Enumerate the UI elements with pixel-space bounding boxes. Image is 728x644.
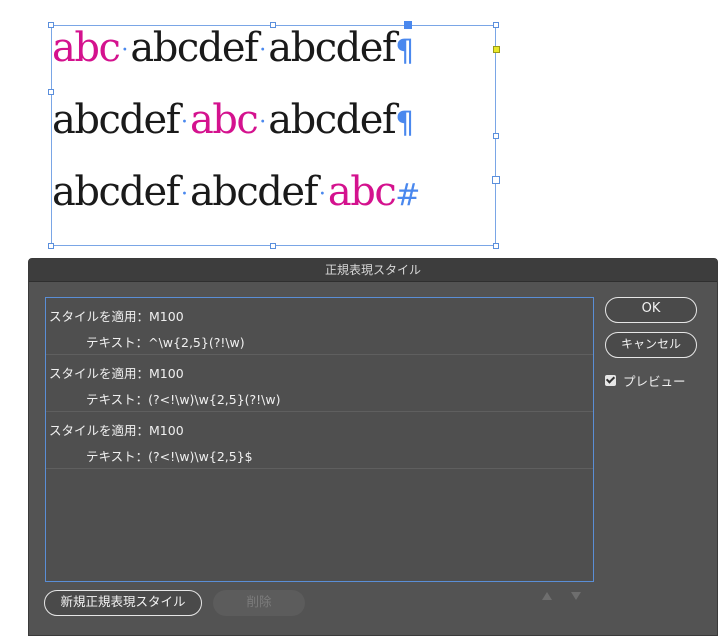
new-grep-style-button[interactable]: 新規正規表現スタイル <box>44 590 202 616</box>
grep-style-item-2[interactable]: スタイルを適用：M100 テキスト：(?<!\w)\w{2,5}(?!\w) <box>46 355 593 412</box>
space-marker: · <box>180 182 188 207</box>
frame-out-port[interactable] <box>492 176 500 184</box>
preview-label: プレビュー <box>623 374 686 389</box>
apply-style-line[interactable]: スタイルを適用：M100 <box>49 420 184 439</box>
word: abcdef <box>268 97 396 143</box>
space-marker: · <box>318 182 326 207</box>
text-pattern-line[interactable]: テキスト：(?<!\w)\w{2,5}(?!\w) <box>86 389 281 408</box>
text-line-1: abc·abcdef·abcdef¶ <box>52 24 414 76</box>
space-marker: · <box>259 110 267 135</box>
delete-button[interactable]: 削除 <box>213 590 305 616</box>
word: abcdef <box>268 25 396 71</box>
space-marker: · <box>180 110 188 135</box>
pilcrow-icon: ¶ <box>395 34 415 69</box>
text-pattern-line[interactable]: テキスト：^\w{2,5}(?!\w) <box>86 332 245 351</box>
space-marker: · <box>259 38 267 63</box>
word: abc <box>52 25 121 71</box>
word: abcdef <box>52 97 180 143</box>
space-marker: · <box>121 38 129 63</box>
text-line-2: abcdef·abc·abcdef¶ <box>52 96 414 148</box>
ok-button[interactable]: OK <box>605 297 697 323</box>
apply-style-line[interactable]: スタイルを適用：M100 <box>49 306 184 325</box>
pilcrow-icon: ¶ <box>395 106 415 141</box>
preview-toggle[interactable]: プレビュー <box>605 371 686 390</box>
grep-style-list[interactable]: スタイルを適用：M100 テキスト：^\w{2,5}(?!\w) スタイルを適用… <box>45 297 594 582</box>
cancel-button[interactable]: キャンセル <box>605 332 697 358</box>
word: abcdef <box>52 169 180 215</box>
frame-handle-middle-left[interactable] <box>48 89 54 95</box>
frame-handle-bottom-right[interactable] <box>493 243 499 249</box>
text-pattern-line[interactable]: テキスト：(?<!\w)\w{2,5}$ <box>86 446 253 465</box>
triangle-up-icon[interactable] <box>542 592 552 600</box>
end-of-story-icon: # <box>395 178 421 213</box>
preview-checkbox[interactable] <box>605 375 616 386</box>
grep-style-dialog: 正規表現スタイル スタイルを適用：M100 テキスト：^\w{2,5}(?!\w… <box>28 258 718 636</box>
triangle-down-icon[interactable] <box>571 592 581 600</box>
grep-style-item-1[interactable]: スタイルを適用：M100 テキスト：^\w{2,5}(?!\w) <box>46 298 593 355</box>
grep-style-item-3[interactable]: スタイルを適用：M100 テキスト：(?<!\w)\w{2,5}$ <box>46 412 593 469</box>
frame-corner-options-handle[interactable] <box>493 46 500 53</box>
word: abc <box>189 97 259 143</box>
frame-handle-bottom-middle[interactable] <box>270 243 276 249</box>
frame-handle-middle-right[interactable] <box>493 133 499 139</box>
word: abcdef <box>189 169 318 215</box>
text-line-3: abcdef·abcdef·abc# <box>52 168 420 220</box>
word: abc <box>327 169 397 215</box>
apply-style-line[interactable]: スタイルを適用：M100 <box>49 363 184 382</box>
dialog-title: 正規表現スタイル <box>29 259 717 282</box>
frame-handle-bottom-left[interactable] <box>48 243 54 249</box>
word: abcdef <box>130 25 258 71</box>
frame-handle-top-right[interactable] <box>493 22 499 28</box>
